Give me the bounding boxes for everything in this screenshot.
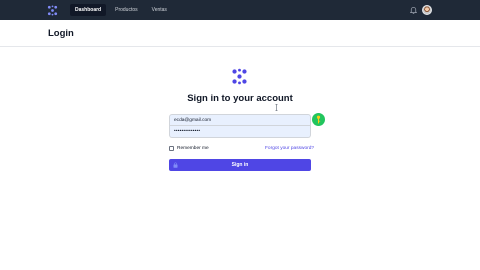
signin-button-label: Sign in (231, 162, 249, 168)
top-navbar: Dashboard Productos Ventas (0, 0, 480, 20)
remember-me[interactable]: Remember me (169, 146, 209, 151)
remember-me-label: Remember me (177, 146, 209, 151)
bell-icon[interactable] (409, 5, 418, 15)
signin-heading: Sign in to your account (187, 93, 293, 104)
nav-item-dashboard[interactable]: Dashboard (70, 4, 107, 16)
brand-logo-icon (232, 68, 247, 85)
signin-button[interactable]: Sign in (169, 159, 311, 171)
remember-me-checkbox[interactable] (169, 146, 174, 151)
page-title: Login (48, 28, 74, 39)
nav-menu: Dashboard Productos Ventas (70, 4, 172, 16)
password-field[interactable]: •••••••••••••• (169, 126, 311, 138)
password-manager-key-icon[interactable] (312, 113, 325, 126)
page-header: Login (0, 20, 480, 47)
lock-icon (173, 162, 178, 168)
nav-item-productos[interactable]: Productos (110, 4, 143, 16)
email-field[interactable]: ecda@gmail.com (169, 114, 311, 126)
forgot-password-link[interactable]: Forgot your password? (265, 146, 314, 151)
nav-item-ventas[interactable]: Ventas (147, 4, 172, 16)
text-cursor-icon (275, 104, 278, 111)
avatar[interactable] (422, 5, 432, 15)
logo-icon[interactable] (47, 5, 58, 16)
